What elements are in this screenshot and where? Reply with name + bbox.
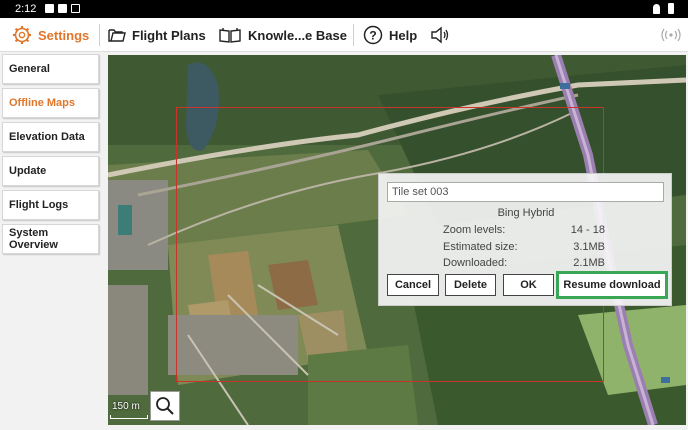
- knowledge-base-label: Knowle...e Base: [248, 27, 347, 43]
- flight-plans-label: Flight Plans: [132, 27, 206, 43]
- settings-tab[interactable]: Settings: [12, 18, 89, 52]
- sidebar-item-label: Flight Logs: [9, 199, 69, 211]
- battery-icon: [668, 3, 674, 14]
- estimated-size-label: Estimated size:: [443, 241, 518, 253]
- gallery-icon: [58, 4, 67, 13]
- gear-icon: [13, 26, 31, 44]
- sidebar-item-label: Elevation Data: [9, 131, 85, 143]
- status-bar: 2:12: [0, 0, 688, 18]
- tile-set-dialog: Tile set 003 Bing Hybrid Zoom levels: 14…: [378, 173, 672, 306]
- status-icons: [653, 3, 674, 14]
- resume-download-button[interactable]: Resume download: [556, 271, 668, 299]
- sidebar-item-label: Offline Maps: [9, 97, 76, 109]
- notification-icon: [45, 4, 54, 13]
- knowledge-base-tab[interactable]: Knowle...e Base: [218, 18, 347, 52]
- sidebar-item-system-overview[interactable]: System Overview: [2, 224, 99, 254]
- flight-plans-tab[interactable]: Flight Plans: [108, 18, 206, 52]
- downloaded-value: 2.1MB: [573, 257, 605, 269]
- help-tab[interactable]: ? Help: [363, 18, 417, 52]
- help-label: Help: [389, 27, 418, 43]
- sidebar-item-offline-maps[interactable]: Offline Maps: [2, 88, 99, 118]
- sidebar-item-label: Update: [9, 165, 47, 177]
- signal-indicator: [661, 18, 687, 52]
- status-time: 2:12: [15, 3, 37, 15]
- help-icon: ?: [363, 25, 383, 45]
- map-type-label: Bing Hybrid: [497, 207, 555, 219]
- screenshot-icon: [71, 4, 80, 13]
- top-toolbar: Settings Flight Plans Knowle...e Base ? …: [0, 18, 688, 52]
- settings-label: Settings: [38, 27, 90, 43]
- cancel-button[interactable]: Cancel: [387, 274, 439, 296]
- downloaded-label: Downloaded:: [443, 257, 508, 269]
- map-scale-bar: [110, 415, 148, 419]
- search-icon: [156, 397, 174, 415]
- zoom-levels-label: Zoom levels:: [443, 224, 506, 236]
- estimated-size-value: 3.1MB: [573, 241, 605, 253]
- location-icon: [653, 3, 660, 14]
- sidebar-item-flight-logs[interactable]: Flight Logs: [2, 190, 99, 220]
- toolbar-divider: [99, 24, 100, 46]
- toolbar-divider: [353, 24, 354, 46]
- sidebar-item-general[interactable]: General: [2, 54, 99, 84]
- sidebar-item-label: System Overview: [9, 227, 58, 251]
- wireless-icon: [661, 28, 681, 42]
- delete-button[interactable]: Delete: [445, 274, 496, 296]
- sidebar-item-elevation-data[interactable]: Elevation Data: [2, 122, 99, 152]
- folder-icon: [108, 29, 126, 42]
- ok-button[interactable]: OK: [503, 274, 554, 296]
- map-scale-label: 150 m: [112, 401, 140, 412]
- tile-set-name-field[interactable]: Tile set 003: [387, 182, 664, 202]
- speaker-button[interactable]: [430, 18, 456, 52]
- settings-sidebar: General Offline Maps Elevation Data Upda…: [0, 52, 104, 430]
- svg-text:?: ?: [369, 29, 376, 43]
- book-icon: [219, 28, 241, 43]
- zoom-levels-value: 14 - 18: [570, 224, 605, 236]
- sidebar-item-update[interactable]: Update: [2, 156, 99, 186]
- sidebar-item-label: General: [9, 63, 50, 75]
- map-zoom-button[interactable]: [150, 391, 180, 421]
- speaker-icon: [431, 26, 449, 44]
